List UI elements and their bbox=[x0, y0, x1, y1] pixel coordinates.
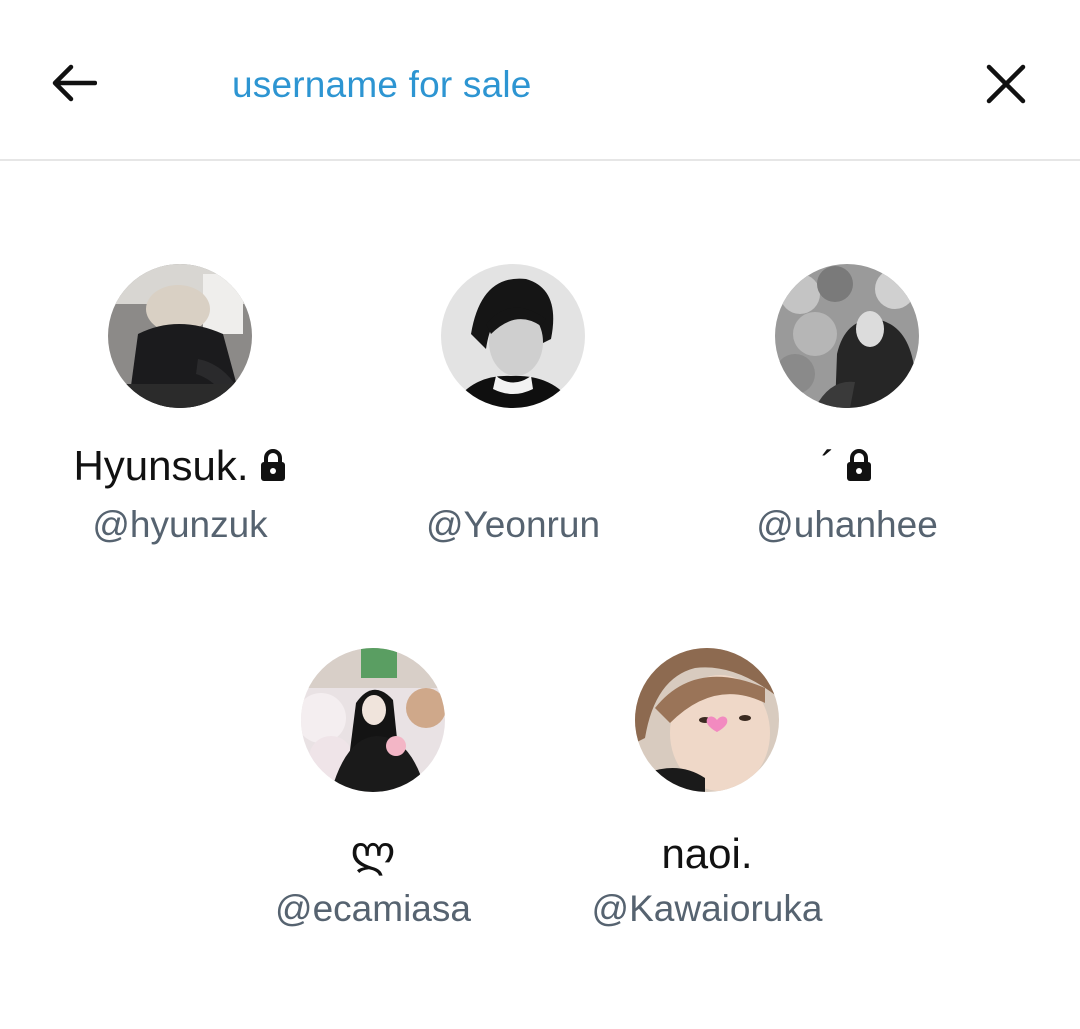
avatar[interactable] bbox=[775, 264, 919, 408]
avatar[interactable] bbox=[301, 648, 445, 792]
avatar[interactable] bbox=[635, 648, 779, 792]
user-card-uhanhee[interactable]: ´ @uhanhee bbox=[697, 264, 997, 564]
user-card-hyunzuk[interactable]: Hyunsuk. @hyunzuk bbox=[30, 264, 330, 564]
close-icon bbox=[986, 64, 1026, 104]
user-card-kawaioruka[interactable]: naoi. @Kawaioruka bbox=[557, 648, 857, 948]
user-handle: @Kawaioruka bbox=[591, 888, 823, 929]
display-name-row: ლ bbox=[223, 826, 523, 878]
display-name: ლ bbox=[350, 828, 396, 875]
display-name-row: ´ bbox=[697, 440, 997, 492]
back-button[interactable] bbox=[44, 58, 104, 108]
lock-icon bbox=[260, 448, 285, 481]
avatar[interactable] bbox=[441, 264, 585, 408]
display-name: Hyunsuk. bbox=[73, 442, 249, 489]
search-header: username for sale bbox=[0, 0, 1080, 161]
display-name: naoi. bbox=[661, 830, 753, 877]
arrow-left-icon bbox=[52, 64, 97, 102]
display-name: ´ bbox=[821, 442, 835, 489]
display-name-row: naoi. bbox=[557, 828, 857, 880]
user-handle: @uhanhee bbox=[756, 504, 938, 545]
user-handle: @ecamiasa bbox=[275, 888, 471, 929]
user-handle: @Yeonrun bbox=[425, 504, 601, 545]
user-handle: @hyunzuk bbox=[92, 504, 268, 545]
lock-icon bbox=[847, 448, 871, 481]
search-query-text[interactable]: username for sale bbox=[232, 62, 532, 108]
user-card-ecamiasa[interactable]: ლ @ecamiasa bbox=[223, 648, 523, 948]
display-name-row: Hyunsuk. bbox=[30, 440, 330, 492]
avatar[interactable] bbox=[108, 264, 252, 408]
close-button[interactable] bbox=[976, 58, 1036, 110]
user-card-yeonrun[interactable]: @Yeonrun bbox=[363, 264, 663, 564]
